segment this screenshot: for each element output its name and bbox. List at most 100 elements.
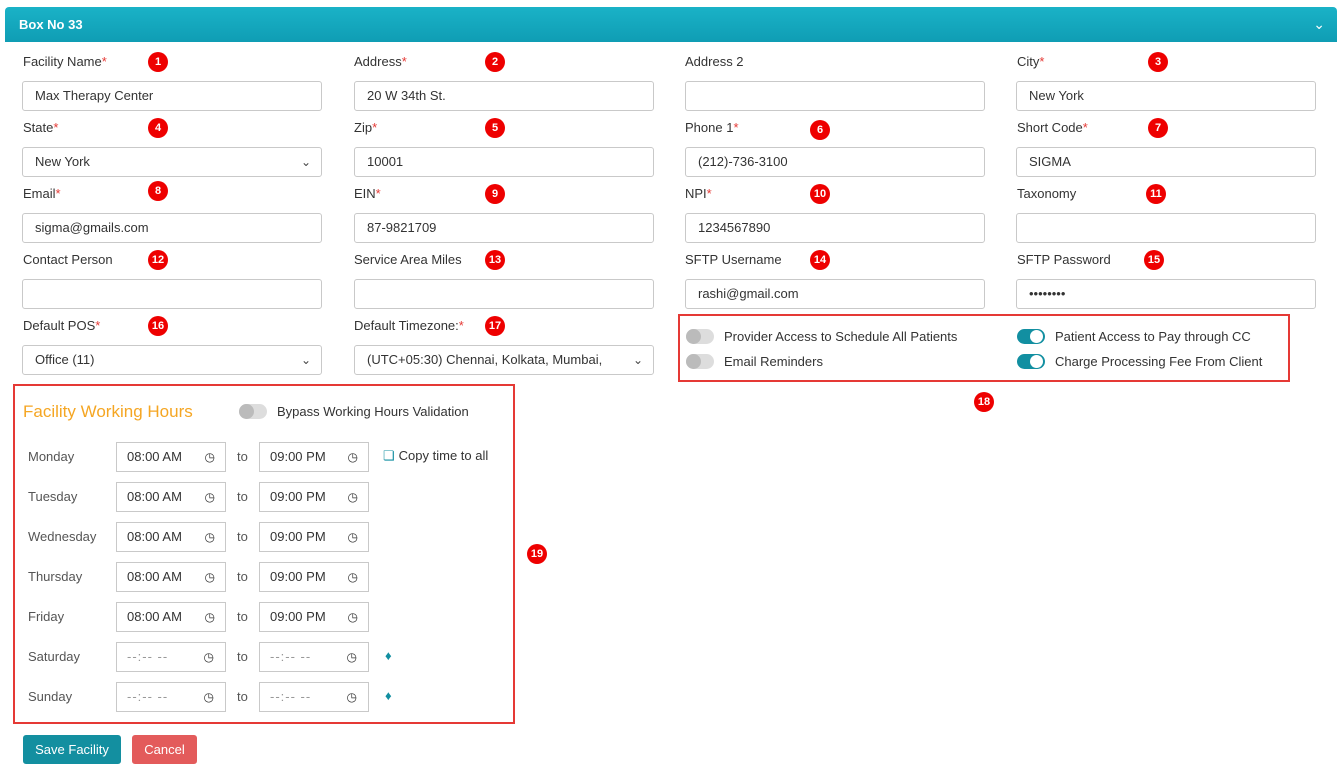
sunday-to-input[interactable]: --:-- -- ◷	[259, 682, 369, 712]
email-label: Email*	[23, 186, 61, 201]
day-label-monday: Monday	[28, 449, 75, 464]
callout-badge: 15	[1144, 250, 1164, 270]
access-settings-box	[678, 314, 1290, 382]
clock-icon: ◷	[347, 450, 358, 464]
clock-icon: ◷	[346, 650, 358, 664]
clock-icon: ◷	[347, 610, 358, 624]
working-hours-box	[13, 384, 515, 724]
default-pos-select[interactable]: Office (11) ⌄	[22, 345, 322, 375]
phone1-input[interactable]: (212)-736-3100	[685, 147, 985, 177]
callout-badge: 12	[148, 250, 168, 270]
wednesday-from-input[interactable]: 08:00 AM ◷	[116, 522, 226, 552]
callout-badge: 2	[485, 52, 505, 72]
service-area-input[interactable]	[354, 279, 654, 309]
clock-icon: ◷	[204, 530, 215, 544]
zip-label: Zip*	[354, 120, 378, 135]
email-reminders-toggle[interactable]	[686, 354, 714, 369]
thursday-to-input[interactable]: 09:00 PM ◷	[259, 562, 369, 592]
phone1-label: Phone 1*	[685, 120, 739, 135]
callout-badge: 5	[485, 118, 505, 138]
clock-icon: ◷	[203, 690, 215, 704]
box-title: Box No 33	[19, 17, 83, 32]
address2-label: Address 2	[685, 54, 744, 69]
service-area-label: Service Area Miles	[354, 252, 462, 267]
copy-time-to-all-button[interactable]: ❏ Copy time to all	[383, 448, 488, 464]
sftp-password-label: SFTP Password	[1017, 252, 1111, 267]
callout-badge: 4	[148, 118, 168, 138]
tuesday-from-input[interactable]: 08:00 AM ◷	[116, 482, 226, 512]
state-select[interactable]: New York ⌄	[22, 147, 322, 177]
to-label: to	[237, 529, 248, 544]
city-input[interactable]: New York	[1016, 81, 1316, 111]
monday-to-input[interactable]: 09:00 PM ◷	[259, 442, 369, 472]
address-label: Address*	[354, 54, 407, 69]
address-input[interactable]: 20 W 34th St.	[354, 81, 654, 111]
patient-access-label: Patient Access to Pay through CC	[1055, 329, 1251, 344]
to-label: to	[237, 649, 248, 664]
patient-access-toggle[interactable]	[1017, 329, 1045, 344]
callout-badge: 10	[810, 184, 830, 204]
charge-fee-toggle[interactable]	[1017, 354, 1045, 369]
eraser-icon[interactable]: ♦	[385, 648, 392, 663]
city-label: City*	[1017, 54, 1045, 69]
callout-badge: 16	[148, 316, 168, 336]
clock-icon: ◷	[204, 570, 215, 584]
sftp-username-input[interactable]: rashi@gmail.com	[685, 279, 985, 309]
sftp-password-input[interactable]: ••••••••	[1016, 279, 1316, 309]
chevron-down-icon: ⌄	[300, 353, 311, 367]
clock-icon: ◷	[346, 690, 358, 704]
friday-to-input[interactable]: 09:00 PM ◷	[259, 602, 369, 632]
contact-person-input[interactable]	[22, 279, 322, 309]
working-hours-title: Facility Working Hours	[23, 402, 193, 421]
day-label-saturday: Saturday	[28, 649, 81, 664]
to-label: to	[237, 449, 248, 464]
day-label-wednesday: Wednesday	[28, 529, 97, 544]
provider-access-label: Provider Access to Schedule All Patients	[724, 329, 958, 344]
default-timezone-select[interactable]: (UTC+05:30) Chennai, Kolkata, Mumbai, ⌄	[354, 345, 654, 375]
day-label-tuesday: Tuesday	[28, 489, 78, 504]
callout-badge: 11	[1146, 184, 1166, 204]
thursday-from-input[interactable]: 08:00 AM ◷	[116, 562, 226, 592]
friday-from-input[interactable]: 08:00 AM ◷	[116, 602, 226, 632]
cancel-button[interactable]: Cancel	[132, 735, 197, 764]
address2-input[interactable]	[685, 81, 985, 111]
callout-badge: 8	[148, 181, 168, 201]
facility-name-label: Facility Name*	[23, 54, 107, 69]
npi-label: NPI*	[685, 186, 712, 201]
eraser-icon[interactable]: ♦	[385, 688, 392, 703]
facility-name-input[interactable]: Max Therapy Center	[22, 81, 322, 111]
ein-input[interactable]: 87-9821709	[354, 213, 654, 243]
chevron-down-icon[interactable]: ⌄	[1313, 16, 1325, 33]
box-header[interactable]: Box No 33 ⌄	[5, 7, 1337, 42]
email-input[interactable]: sigma@gmails.com	[22, 213, 322, 243]
default-pos-label: Default POS*	[23, 318, 101, 333]
bypass-validation-toggle[interactable]	[239, 404, 267, 419]
monday-from-input[interactable]: 08:00 AM ◷	[116, 442, 226, 472]
wednesday-to-input[interactable]: 09:00 PM ◷	[259, 522, 369, 552]
sunday-from-input[interactable]: --:-- -- ◷	[116, 682, 226, 712]
callout-badge: 6	[810, 120, 830, 140]
npi-input[interactable]: 1234567890	[685, 213, 985, 243]
save-facility-button[interactable]: Save Facility	[23, 735, 121, 764]
day-label-friday: Friday	[28, 609, 65, 624]
sftp-username-label: SFTP Username	[685, 252, 782, 267]
callout-badge: 17	[485, 316, 505, 336]
short-code-input[interactable]: SIGMA	[1016, 147, 1316, 177]
clock-icon: ◷	[204, 490, 215, 504]
callout-badge: 19	[527, 544, 547, 564]
saturday-from-input[interactable]: --:-- -- ◷	[116, 642, 226, 672]
tuesday-to-input[interactable]: 09:00 PM ◷	[259, 482, 369, 512]
ein-label: EIN*	[354, 186, 381, 201]
taxonomy-input[interactable]	[1016, 213, 1316, 243]
state-label: State*	[23, 120, 59, 135]
clock-icon: ◷	[347, 530, 358, 544]
day-label-sunday: Sunday	[28, 689, 73, 704]
email-reminders-label: Email Reminders	[724, 354, 823, 369]
provider-access-toggle[interactable]	[686, 329, 714, 344]
zip-input[interactable]: 10001	[354, 147, 654, 177]
clock-icon: ◷	[204, 450, 215, 464]
saturday-to-input[interactable]: --:-- -- ◷	[259, 642, 369, 672]
chevron-down-icon: ⌄	[300, 155, 311, 169]
callout-badge: 13	[485, 250, 505, 270]
chevron-down-icon: ⌄	[632, 353, 643, 367]
